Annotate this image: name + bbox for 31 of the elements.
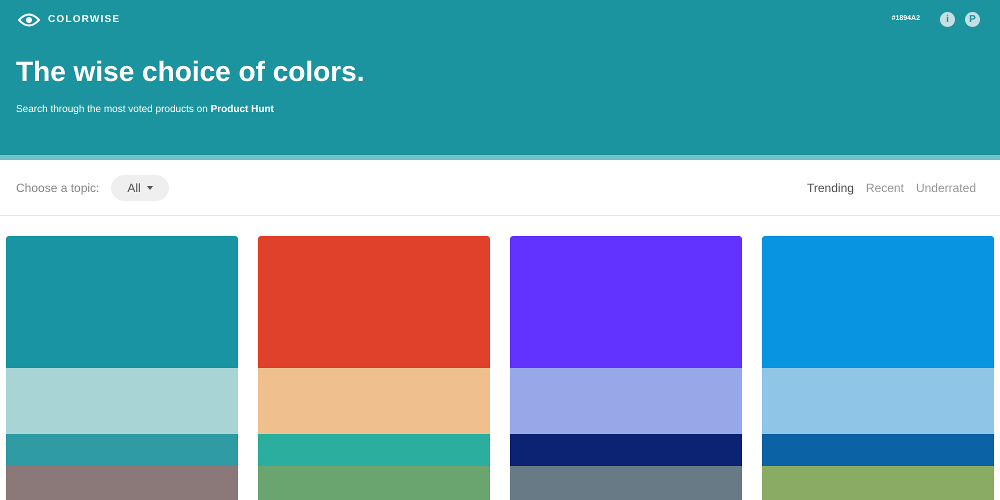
palette-card[interactable] — [510, 236, 742, 500]
color-swatch[interactable] — [258, 466, 490, 500]
color-swatch[interactable] — [6, 236, 238, 368]
color-swatch[interactable] — [258, 434, 490, 466]
sort-tab[interactable]: Trending — [807, 178, 854, 196]
eye-icon — [18, 12, 40, 26]
color-swatch[interactable] — [6, 368, 238, 434]
color-swatch[interactable] — [762, 434, 994, 466]
color-swatch[interactable] — [762, 466, 994, 500]
palette-card[interactable] — [258, 236, 490, 500]
color-swatch[interactable] — [258, 368, 490, 434]
color-swatch[interactable] — [510, 434, 742, 466]
subtitle: Search through the most voted products on Product Hunt — [16, 103, 275, 117]
palette-card[interactable] — [762, 236, 994, 500]
color-swatch[interactable] — [762, 236, 994, 368]
color-swatch[interactable] — [6, 466, 238, 500]
color-swatch[interactable] — [762, 368, 994, 434]
sort-tab[interactable]: Underrated — [916, 178, 976, 196]
color-swatch[interactable] — [6, 434, 238, 466]
brand-name: COLORWISE — [48, 13, 120, 27]
producthunt-button[interactable]: P — [965, 12, 980, 27]
color-swatch[interactable] — [510, 236, 742, 368]
sort-tab[interactable]: Recent — [866, 178, 904, 196]
topic-dropdown[interactable]: All — [111, 174, 169, 200]
caret-icon — [146, 186, 153, 190]
page-title: The wise choice of colors. — [16, 58, 366, 86]
info-button[interactable]: i — [940, 12, 955, 27]
color-swatch[interactable] — [510, 368, 742, 434]
color-swatch[interactable] — [258, 236, 490, 368]
color-swatch[interactable] — [510, 466, 742, 500]
topic-label: Choose a topic: — [16, 180, 100, 196]
